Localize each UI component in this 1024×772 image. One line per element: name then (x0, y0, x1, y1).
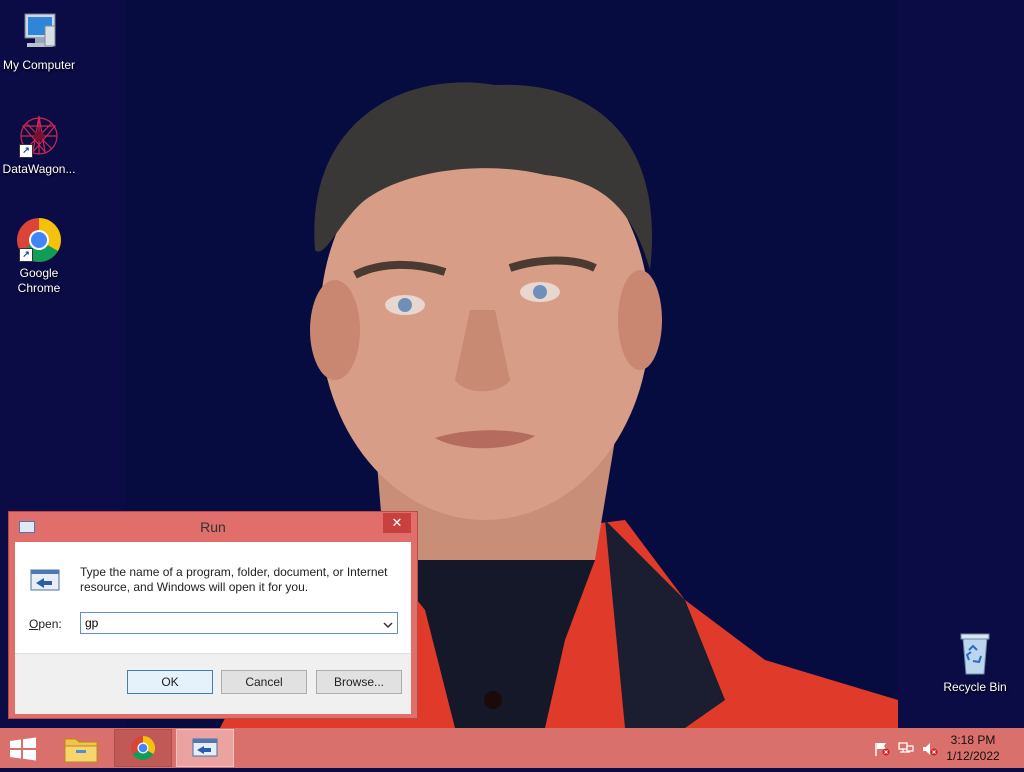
start-button[interactable] (8, 737, 38, 761)
run-icon (192, 738, 218, 757)
desktop-icon-label: DataWagon... (2, 162, 76, 176)
folder-icon (64, 738, 98, 763)
windows-logo-icon (10, 737, 36, 761)
volume-muted-icon[interactable] (922, 742, 938, 756)
desktop-icon-label: Recycle Bin (943, 680, 1007, 694)
desktop-icon-my-computer[interactable]: My Computer (0, 8, 78, 73)
open-label: Open: (29, 617, 62, 631)
computer-icon (15, 8, 63, 56)
browse-button[interactable]: Browse... (316, 670, 402, 694)
taskbar-google-chrome[interactable] (114, 729, 172, 767)
action-center-flag-icon[interactable] (874, 742, 890, 756)
shortcut-arrow-icon: ↗ (19, 144, 33, 158)
close-button[interactable]: ✕ (383, 513, 411, 533)
run-body: Type the name of a program, folder, docu… (15, 542, 411, 714)
clock-date: 1/12/2022 (946, 749, 1000, 763)
ok-button[interactable]: OK (127, 670, 213, 694)
datawagon-icon: ↗ (15, 112, 63, 160)
open-input[interactable] (81, 613, 375, 633)
taskbar: 3:18 PM 1/12/2022 (0, 728, 1024, 768)
run-footer: OK Cancel Browse... (15, 653, 411, 714)
run-description: Type the name of a program, folder, docu… (80, 565, 388, 594)
desktop-icon-label: My Computer (2, 58, 76, 72)
run-dialog: Run ✕ Type the name of a program, folder… (8, 511, 418, 719)
run-titlebar[interactable]: Run ✕ (9, 512, 417, 541)
chrome-icon: ↗ (15, 216, 63, 264)
taskbar-run[interactable] (176, 729, 234, 767)
recycle-bin-icon (951, 630, 999, 678)
chrome-icon (131, 736, 156, 761)
desktop-icon-datawagon[interactable]: ↗ DataWagon... (0, 112, 78, 177)
run-program-icon (30, 569, 60, 591)
clock-time: 3:18 PM (950, 733, 996, 747)
taskbar-file-explorer[interactable] (52, 729, 110, 767)
network-icon[interactable] (898, 742, 914, 756)
taskbar-clock[interactable]: 3:18 PM 1/12/2022 (938, 732, 1008, 764)
desktop-icon-recycle-bin[interactable]: Recycle Bin (936, 630, 1014, 695)
shortcut-arrow-icon: ↗ (19, 248, 33, 262)
desktop-icon-google-chrome[interactable]: ↗ Google Chrome (0, 216, 78, 296)
chevron-down-icon[interactable] (383, 617, 393, 629)
open-combobox[interactable] (80, 612, 398, 634)
run-title: Run (200, 519, 226, 535)
desktop-icon-label: Google Chrome (17, 266, 61, 295)
cancel-button[interactable]: Cancel (221, 670, 307, 694)
